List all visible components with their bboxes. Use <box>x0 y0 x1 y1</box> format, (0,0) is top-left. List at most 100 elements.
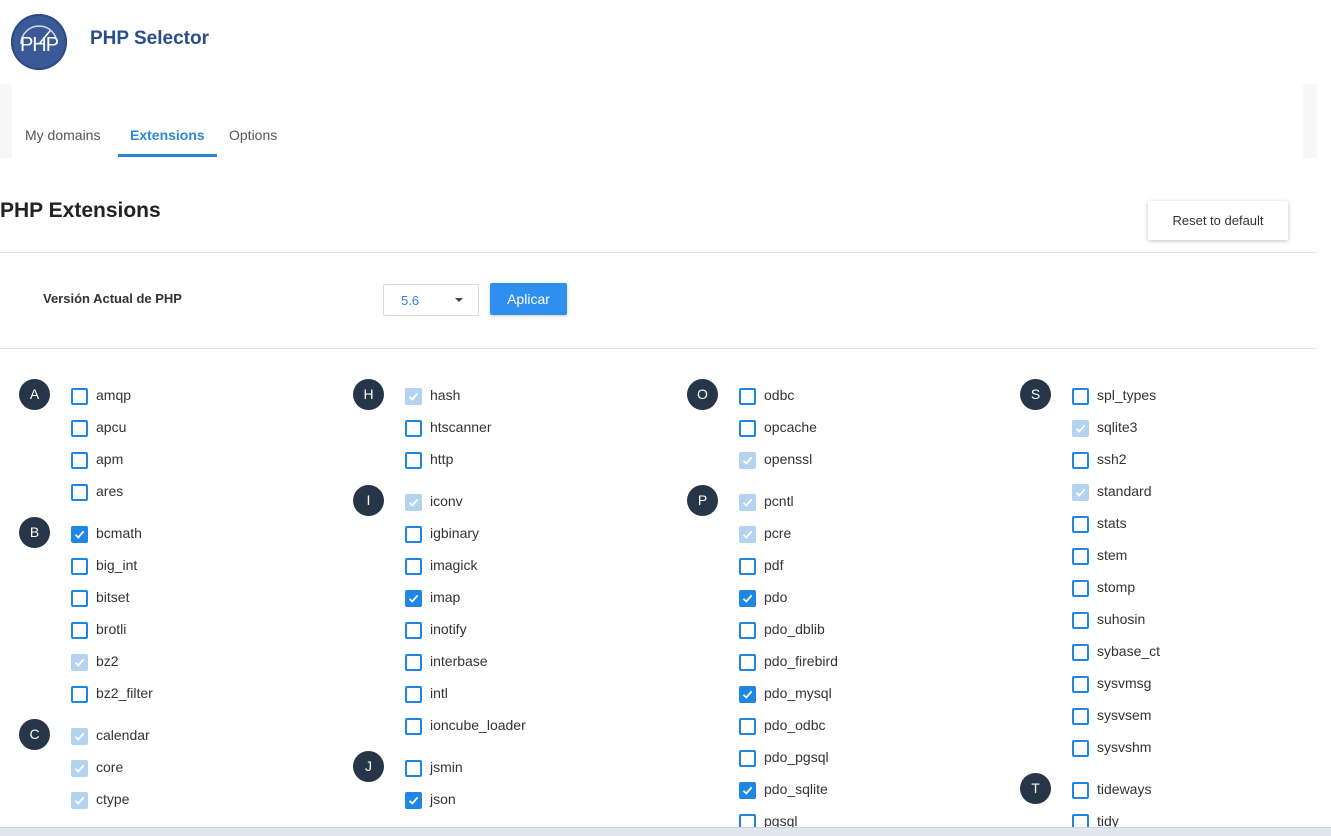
checkbox-checked-icon <box>71 728 88 745</box>
extension-label: pcre <box>764 525 792 541</box>
extension-label: bz2_filter <box>96 685 153 701</box>
checkbox-checked-icon[interactable] <box>405 792 422 809</box>
checkbox[interactable] <box>739 558 756 575</box>
apply-button[interactable]: Aplicar <box>490 283 567 315</box>
checkbox-checked-icon <box>405 388 422 405</box>
tab-my-domains[interactable]: My domains <box>25 127 100 143</box>
extension-label: sybase_ct <box>1097 643 1161 659</box>
letter-badge-o: O <box>687 379 718 410</box>
checkbox[interactable] <box>1072 452 1089 469</box>
checkbox[interactable] <box>739 750 756 767</box>
checkbox[interactable] <box>405 622 422 639</box>
extension-label: ctype <box>96 791 130 807</box>
reset-to-default-button[interactable]: Reset to default <box>1148 201 1288 240</box>
checkbox[interactable] <box>71 388 88 405</box>
checkbox[interactable] <box>1072 708 1089 725</box>
extension-label: apm <box>96 451 124 467</box>
php-version-select[interactable]: 5.6 <box>383 284 479 316</box>
letter-badge-p: P <box>687 485 718 516</box>
checkbox[interactable] <box>405 452 422 469</box>
checkbox[interactable] <box>1072 388 1089 405</box>
checkbox[interactable] <box>1072 516 1089 533</box>
tab-options[interactable]: Options <box>229 127 277 143</box>
checkbox-checked-icon[interactable] <box>739 782 756 799</box>
extension-label: sysvsem <box>1097 707 1152 723</box>
active-tab-indicator <box>118 154 217 157</box>
extension-label: bcmath <box>96 525 142 541</box>
extension-label: pdo_odbc <box>764 717 826 733</box>
letter-badge-c: C <box>19 719 50 750</box>
checkbox[interactable] <box>739 420 756 437</box>
extension-label: pdo <box>764 589 788 605</box>
checkbox[interactable] <box>71 558 88 575</box>
checkbox[interactable] <box>1072 782 1089 799</box>
checkbox-checked-icon <box>739 452 756 469</box>
extension-label: amqp <box>96 387 132 403</box>
checkbox[interactable] <box>405 526 422 543</box>
extension-label: apcu <box>96 419 127 435</box>
extension-label: ssh2 <box>1097 451 1127 467</box>
checkbox[interactable] <box>71 420 88 437</box>
letter-badge-t: T <box>1020 773 1051 804</box>
checkbox[interactable] <box>1072 548 1089 565</box>
logo-text: PHP <box>19 34 59 56</box>
letter-badge-h: H <box>353 379 384 410</box>
tab-extensions[interactable]: Extensions <box>130 127 205 143</box>
app-title: PHP Selector <box>90 28 209 49</box>
checkbox[interactable] <box>739 654 756 671</box>
checkbox[interactable] <box>739 718 756 735</box>
extension-label: pdo_pgsql <box>764 749 829 765</box>
checkbox[interactable] <box>405 718 422 735</box>
checkbox-checked-icon <box>71 792 88 809</box>
checkbox[interactable] <box>1072 580 1089 597</box>
extension-label: htscanner <box>430 419 492 435</box>
checkbox[interactable] <box>71 590 88 607</box>
extension-label: big_int <box>96 557 138 573</box>
checkbox[interactable] <box>71 622 88 639</box>
extension-label: openssl <box>764 451 813 467</box>
letter-badge-j: J <box>353 751 384 782</box>
checkbox-checked-icon[interactable] <box>71 526 88 543</box>
checkbox[interactable] <box>1072 740 1089 757</box>
page-title: PHP Extensions <box>0 199 161 222</box>
app-header: PHP PHP Selector <box>0 0 1331 84</box>
chevron-down-icon <box>455 298 463 302</box>
checkbox[interactable] <box>405 420 422 437</box>
extension-label: interbase <box>430 653 488 669</box>
extension-label: sysvmsg <box>1097 675 1152 691</box>
extension-label: stomp <box>1097 579 1136 595</box>
checkbox[interactable] <box>71 452 88 469</box>
extension-label: pdo_dblib <box>764 621 825 637</box>
extension-label: spl_types <box>1097 387 1157 403</box>
extension-label: opcache <box>764 419 817 435</box>
checkbox-checked-icon <box>71 654 88 671</box>
checkbox[interactable] <box>1072 676 1089 693</box>
checkbox[interactable] <box>71 484 88 501</box>
checkbox[interactable] <box>1072 612 1089 629</box>
checkbox-checked-icon[interactable] <box>739 686 756 703</box>
php-logo[interactable]: PHP <box>11 14 67 70</box>
checkbox[interactable] <box>1072 644 1089 661</box>
extension-label: tideways <box>1097 781 1152 797</box>
checkbox[interactable] <box>405 654 422 671</box>
checkbox[interactable] <box>71 686 88 703</box>
checkbox-checked-icon[interactable] <box>739 590 756 607</box>
extension-label: igbinary <box>430 525 480 541</box>
extension-label: iconv <box>430 493 463 509</box>
tab-bar <box>0 84 1317 158</box>
checkbox-checked-icon[interactable] <box>405 590 422 607</box>
checkbox-checked-icon <box>739 494 756 511</box>
checkbox[interactable] <box>405 686 422 703</box>
extension-label: imap <box>430 589 461 605</box>
extension-label: standard <box>1097 483 1152 499</box>
extension-label: brotli <box>96 621 127 637</box>
letter-badge-b: B <box>19 517 50 548</box>
extension-label: core <box>96 759 124 775</box>
divider <box>0 252 1317 253</box>
checkbox[interactable] <box>739 622 756 639</box>
checkbox[interactable] <box>405 760 422 777</box>
checkbox[interactable] <box>405 558 422 575</box>
extension-label: hash <box>430 387 461 403</box>
extension-label: jsmin <box>430 759 463 775</box>
checkbox[interactable] <box>739 388 756 405</box>
